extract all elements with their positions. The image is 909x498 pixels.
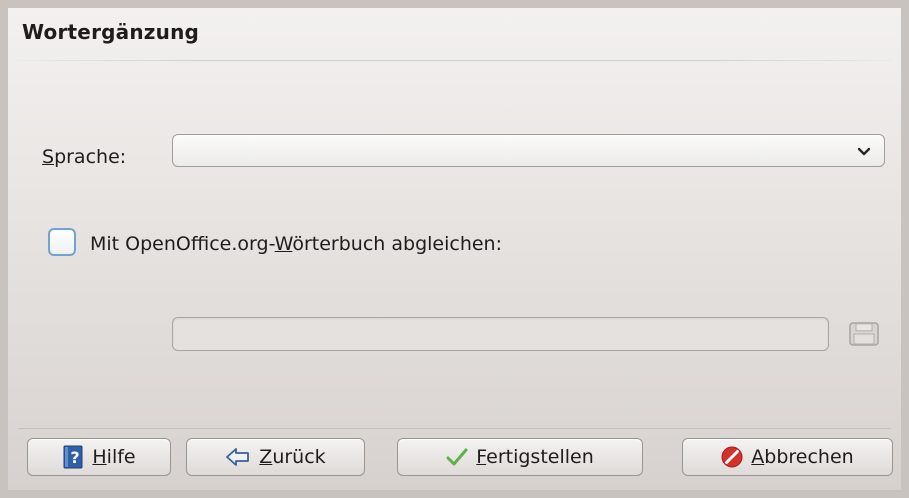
language-combobox[interactable] — [172, 134, 885, 167]
help-book-icon: ? — [63, 445, 83, 469]
cancel-icon — [721, 446, 743, 468]
left-arrow-icon — [226, 448, 250, 466]
language-label-text: prache: — [54, 146, 127, 168]
svg-text:?: ? — [71, 448, 80, 467]
chevron-down-icon — [857, 147, 871, 156]
back-button-label: Zurück — [259, 446, 326, 468]
cancel-button[interactable]: Abbrechen — [682, 438, 893, 476]
finish-button-label: Fertigstellen — [476, 446, 594, 468]
cancel-button-label: Abbrechen — [751, 446, 854, 468]
openoffice-checkbox[interactable] — [48, 228, 76, 256]
finish-button[interactable]: Fertigstellen — [397, 438, 643, 476]
openoffice-label-accel: W — [274, 233, 293, 255]
back-button[interactable]: Zurück — [186, 438, 365, 476]
checkmark-icon — [446, 448, 468, 466]
openoffice-label-pre: Mit OpenOffice.org- — [90, 233, 275, 255]
help-button[interactable]: ? Hilfe — [27, 438, 171, 476]
title-separator — [18, 60, 891, 61]
page-title: Wortergänzung — [22, 20, 200, 44]
language-label: Sprache: — [42, 146, 126, 168]
button-separator — [18, 428, 891, 429]
save-file-icon — [849, 322, 879, 346]
openoffice-label-post: örterbuch abgleichen: — [292, 233, 502, 255]
wizard-dialog: Wortergänzung Sprache: Mit OpenOffice.or… — [8, 8, 901, 490]
dictionary-path-input — [172, 317, 829, 351]
openoffice-checkbox-label[interactable]: Mit OpenOffice.org-Wörterbuch abgleichen… — [90, 233, 502, 255]
help-button-label: Hilfe — [92, 446, 136, 468]
language-label-accel: S — [42, 146, 55, 168]
